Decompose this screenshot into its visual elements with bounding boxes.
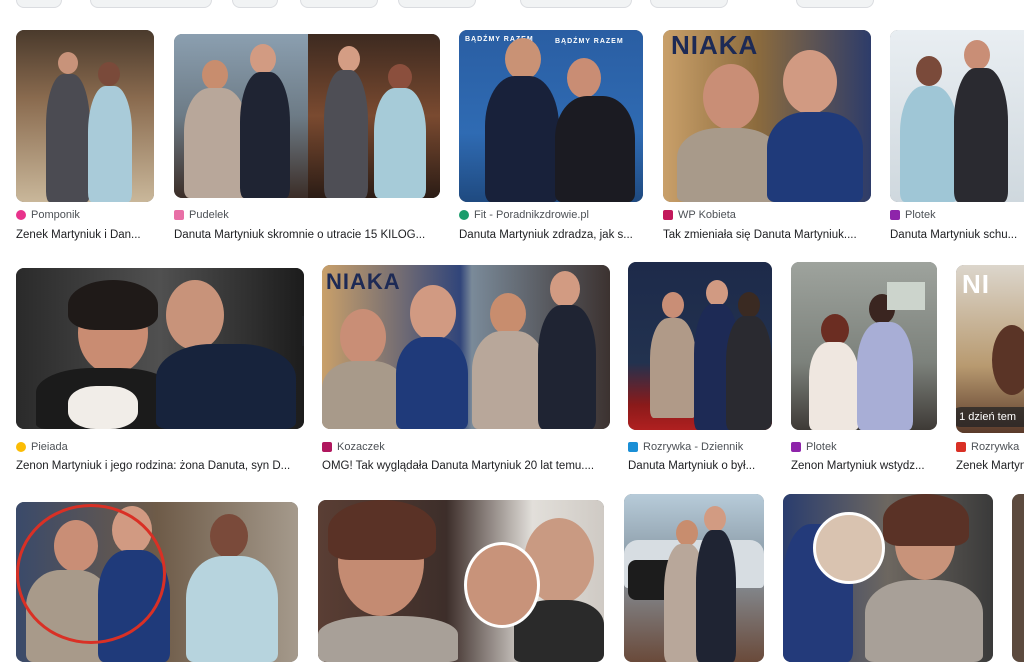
highlight-circle (16, 504, 166, 644)
source-label: Plotek (905, 209, 936, 221)
result-thumbnail[interactable]: NI 1 dzień tem (956, 265, 1024, 433)
result-thumbnail[interactable] (628, 262, 772, 430)
image-result-card[interactable]: Rozrywka - Dziennik Danuta Martyniuk o b… (628, 262, 772, 474)
result-source: Rozrywka (956, 440, 1019, 454)
source-label: Pudelek (189, 209, 229, 221)
chip[interactable] (796, 0, 874, 8)
image-caption-text: NIAKA (326, 269, 401, 294)
image-result-card[interactable]: NIAKA WP Kobieta Tak zmieniała się Danut… (663, 30, 871, 245)
source-label: Pomponik (31, 209, 80, 221)
image-result-card[interactable]: Pomponik Zenek Martyniuk i Dan... (16, 30, 154, 245)
source-favicon-icon (956, 442, 966, 452)
result-source: Pomponik (16, 208, 80, 222)
source-favicon-icon (174, 210, 184, 220)
result-title[interactable]: Danuta Martyniuk o był... (628, 459, 772, 473)
chip[interactable] (90, 0, 212, 8)
inset-circle (813, 512, 885, 584)
source-label: WP Kobieta (678, 209, 736, 221)
result-thumbnail[interactable]: NIAKA (663, 30, 871, 202)
source-label: Fit - Poradnikzdrowie.pl (474, 209, 589, 221)
result-thumbnail[interactable] (783, 494, 993, 662)
result-title[interactable]: Zenek Martyniuk i Dan... (16, 228, 154, 242)
source-favicon-icon (791, 442, 801, 452)
result-thumbnail[interactable] (16, 30, 154, 202)
chip[interactable] (398, 0, 476, 8)
image-caption-text: NI (962, 269, 990, 299)
chip[interactable] (232, 0, 278, 8)
chip[interactable] (300, 0, 378, 8)
result-thumbnail[interactable] (318, 500, 604, 662)
image-result-card[interactable]: Plotek Zenon Martyniuk wstydz... (791, 262, 937, 474)
chip[interactable] (650, 0, 728, 8)
image-result-card[interactable]: Pudelek Danuta Martyniuk skromnie o utra… (174, 34, 440, 245)
source-favicon-icon (322, 442, 332, 452)
result-thumbnail[interactable]: BĄDŹMY RAZEM BĄDŹMY RAZEM (459, 30, 643, 202)
image-result-card[interactable]: Plotek Danuta Martyniuk schu... (890, 30, 1024, 245)
result-title[interactable]: OMG! Tak wyglądała Danuta Martyniuk 20 l… (322, 459, 602, 473)
resize-handle[interactable] (302, 316, 304, 346)
image-result-card[interactable] (16, 502, 298, 672)
source-label: Rozrywka - Dziennik (643, 441, 744, 453)
image-caption-text: NIAKA (671, 30, 759, 60)
image-result-card[interactable]: BĄDŹMY RAZEM BĄDŹMY RAZEM Fit - Poradnik… (459, 30, 643, 245)
result-thumbnail[interactable] (174, 34, 440, 198)
source-label: Kozaczek (337, 441, 385, 453)
source-label: Pieiada (31, 441, 68, 453)
result-source: Pudelek (174, 208, 229, 222)
result-thumbnail[interactable]: NIAKA (322, 265, 610, 429)
source-label: Rozrywka (971, 441, 1020, 453)
result-thumbnail[interactable] (16, 268, 304, 429)
image-result-card[interactable]: NIAKA Kozaczek OMG! Tak wyglądała Danuta… (322, 265, 610, 474)
result-source: Fit - Poradnikzdrowie.pl (459, 208, 589, 222)
result-title[interactable]: Danuta Martyniuk skromnie o utracie 15 K… (174, 228, 436, 242)
result-title[interactable]: Zenon Martyniuk wstydz... (791, 459, 937, 473)
source-favicon-icon (16, 442, 26, 452)
result-title[interactable]: Danuta Martyniuk zdradza, jak s... (459, 228, 643, 242)
image-result-card[interactable] (624, 494, 764, 672)
result-thumbnail[interactable] (624, 494, 764, 662)
source-favicon-icon (459, 210, 469, 220)
image-result-card[interactable] (1012, 494, 1024, 672)
source-favicon-icon (663, 210, 673, 220)
result-thumbnail[interactable] (1012, 494, 1024, 662)
result-title[interactable]: Tak zmieniała się Danuta Martyniuk.... (663, 228, 871, 242)
image-result-card[interactable] (783, 494, 993, 672)
image-result-card[interactable]: NI 1 dzień tem Rozrywka Zenek Martyn (956, 265, 1024, 474)
result-source: WP Kobieta (663, 208, 736, 222)
result-title[interactable]: Danuta Martyniuk schu... (890, 228, 1024, 242)
result-thumbnail[interactable] (16, 502, 298, 662)
time-badge: 1 dzień tem (956, 407, 1024, 427)
result-thumbnail[interactable] (890, 30, 1024, 202)
previous-row-strip (0, 0, 1024, 10)
result-title[interactable]: Zenek Martyn (956, 459, 1024, 473)
result-source: Rozrywka - Dziennik (628, 440, 743, 454)
result-source: Pieiada (16, 440, 68, 454)
result-source: Kozaczek (322, 440, 385, 454)
source-favicon-icon (16, 210, 26, 220)
source-favicon-icon (890, 210, 900, 220)
result-title[interactable]: Zenon Martyniuk i jego rodzina: żona Dan… (16, 459, 304, 473)
chip[interactable] (520, 0, 632, 8)
inset-circle (464, 542, 540, 628)
chip[interactable] (16, 0, 62, 8)
result-source: Plotek (890, 208, 936, 222)
source-favicon-icon (628, 442, 638, 452)
image-result-card[interactable] (318, 500, 604, 672)
result-thumbnail[interactable] (791, 262, 937, 430)
source-label: Plotek (806, 441, 837, 453)
result-source: Plotek (791, 440, 837, 454)
image-caption-text: BĄDŹMY RAZEM (555, 38, 624, 45)
image-result-card[interactable]: Pieiada Zenon Martyniuk i jego rodzina: … (16, 268, 304, 474)
